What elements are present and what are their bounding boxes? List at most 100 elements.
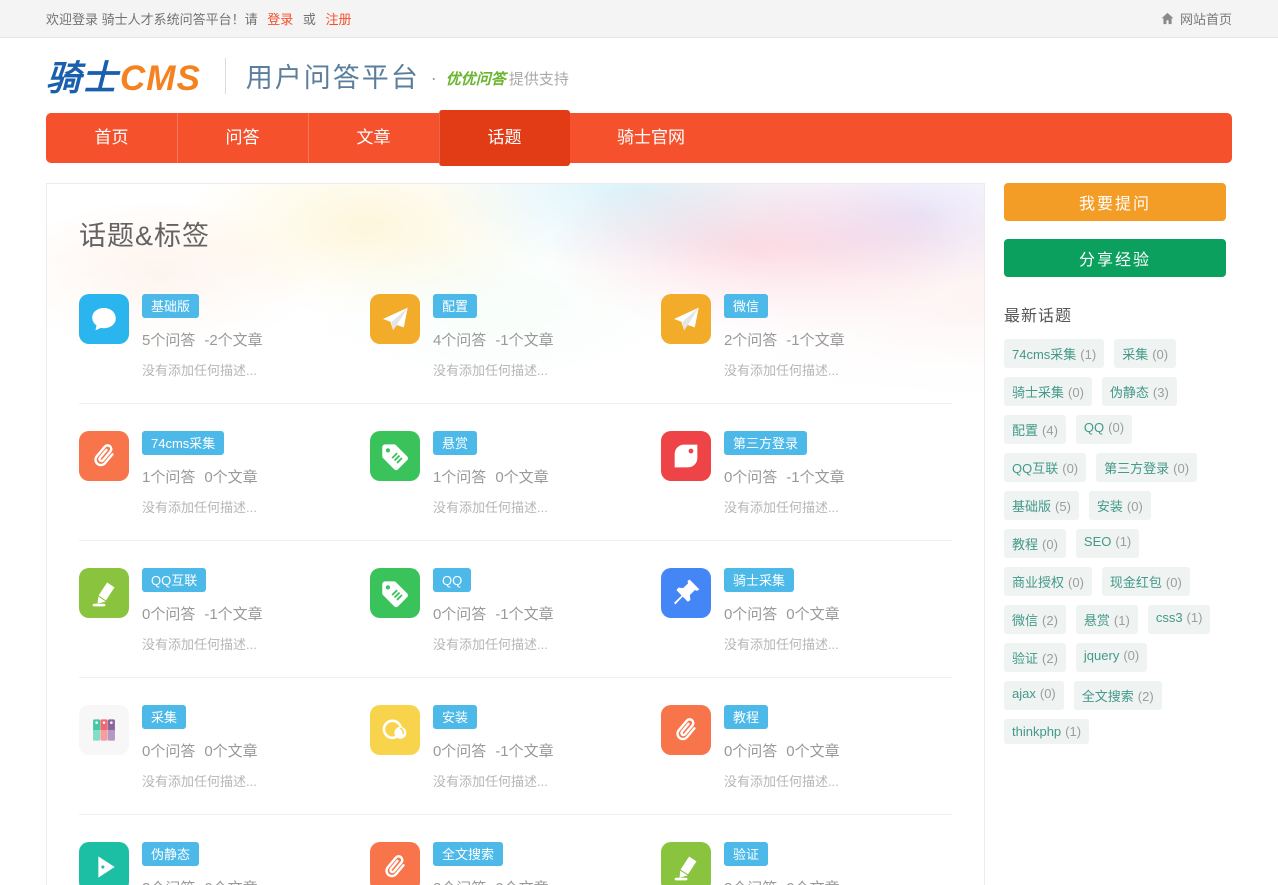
ask-question-button[interactable]: 我要提问 (1004, 183, 1226, 221)
tag-icon[interactable] (370, 568, 420, 618)
nav-item-qa[interactable]: 问答 (177, 113, 308, 163)
color-bars-icon[interactable] (79, 705, 129, 755)
topic-tag-badge[interactable]: 采集 (142, 705, 186, 729)
sidebar-tag-count: (2) (1042, 651, 1058, 666)
nav-item-official-site[interactable]: 骑士官网 (570, 113, 732, 163)
sidebar-tag[interactable]: 全文搜索(2) (1074, 681, 1162, 710)
marker-pen-icon[interactable] (79, 568, 129, 618)
sidebar-tag[interactable]: 基础版(5) (1004, 491, 1079, 520)
topic-card: 基础版5个问答-2个文章没有添加任何描述... (79, 294, 370, 379)
tag-icon[interactable] (370, 431, 420, 481)
topic-qa-count: 0个问答 (433, 743, 486, 760)
topic-card: 伪静态3个问答0个文章没有添加任何描述... (79, 842, 370, 885)
nav-item-articles[interactable]: 文章 (308, 113, 439, 163)
logo-text-en: CMS (120, 59, 201, 98)
topic-tag-badge[interactable]: 骑士采集 (724, 568, 794, 592)
sidebar-tag[interactable]: css3(1) (1148, 605, 1211, 634)
sidebar-tag[interactable]: 验证(2) (1004, 643, 1066, 672)
topic-tag-badge[interactable]: 教程 (724, 705, 768, 729)
sidebar-tag-count: (0) (1042, 537, 1058, 552)
topic-stats: 0个问答-1个文章 (433, 740, 554, 761)
sidebar-tag[interactable]: 商业授权(0) (1004, 567, 1092, 596)
sidebar-tag[interactable]: jquery (0) (1076, 643, 1147, 672)
topic-tag-badge[interactable]: 验证 (724, 842, 768, 866)
topic-tag-badge[interactable]: 74cms采集 (142, 431, 224, 455)
topic-tag-badge[interactable]: 微信 (724, 294, 768, 318)
topic-article-count: -1个文章 (786, 332, 844, 349)
topics-row: 伪静态3个问答0个文章没有添加任何描述...全文搜索2个问答0个文章mysql全… (79, 814, 952, 885)
powered-brand-link[interactable]: 优优问答 (446, 68, 506, 89)
topic-qa-count: 5个问答 (142, 332, 195, 349)
topic-article-count: -2个文章 (204, 332, 262, 349)
home-icon (1160, 11, 1175, 26)
sidebar-tag-count: (0) (1068, 385, 1084, 400)
register-link[interactable]: 注册 (326, 12, 352, 27)
topic-tag-badge[interactable]: 伪静态 (142, 842, 199, 866)
paperclip-icon[interactable] (370, 842, 420, 885)
sidebar-tag[interactable]: 悬赏(1) (1076, 605, 1138, 634)
sidebar-tag[interactable]: thinkphp(1) (1004, 719, 1089, 744)
welcome-area: 欢迎登录 骑士人才系统问答平台！请 登录 或 注册 (46, 9, 358, 28)
circles-icon[interactable] (370, 705, 420, 755)
welcome-text: 欢迎登录 骑士人才系统问答平台！请 (46, 12, 258, 27)
leaf-icon[interactable] (661, 431, 711, 481)
sidebar-tag[interactable]: 安装(0) (1089, 491, 1151, 520)
paperclip-icon[interactable] (79, 431, 129, 481)
topic-tag-badge[interactable]: 全文搜索 (433, 842, 503, 866)
chat-bubble-icon[interactable] (79, 294, 129, 344)
topic-stats: 2个问答-1个文章 (724, 329, 845, 350)
topic-tag-badge[interactable]: 配置 (433, 294, 477, 318)
topic-qa-count: 2个问答 (433, 880, 486, 885)
topic-qa-count: 0个问答 (142, 606, 195, 623)
paperclip-icon[interactable] (661, 705, 711, 755)
paper-plane-icon[interactable] (370, 294, 420, 344)
topic-tag-badge[interactable]: 基础版 (142, 294, 199, 318)
sidebar-tag[interactable]: QQ互联(0) (1004, 453, 1086, 482)
sidebar-tag[interactable]: 配置(4) (1004, 415, 1066, 444)
sidebar-tag-count: (2) (1042, 613, 1058, 628)
sidebar-tag[interactable]: 微信(2) (1004, 605, 1066, 634)
topic-article-count: -1个文章 (204, 606, 262, 623)
panel-title: 话题&标签 (79, 214, 952, 253)
topic-tag-badge[interactable]: QQ (433, 568, 471, 592)
sidebar-tag-count: (1) (1065, 724, 1081, 739)
site-logo[interactable]: 骑士CMS (46, 50, 201, 101)
sidebar-tag-count: (0) (1166, 575, 1182, 590)
sidebar-tag[interactable]: 教程(0) (1004, 529, 1066, 558)
sidebar-tag[interactable]: 采集(0) (1114, 339, 1176, 368)
paper-plane-icon[interactable] (661, 294, 711, 344)
sidebar-tag-count: (1) (1114, 613, 1130, 628)
topics-row: 采集0个问答0个文章没有添加任何描述...安装0个问答-1个文章没有添加任何描述… (79, 677, 952, 814)
sidebar-tag[interactable]: QQ(0) (1076, 415, 1132, 444)
nav-item-topics[interactable]: 话题 (439, 110, 570, 166)
sidebar-tag-count: (0) (1123, 648, 1139, 663)
topic-article-count: 0个文章 (204, 880, 257, 885)
topic-card: QQ互联0个问答-1个文章没有添加任何描述... (79, 568, 370, 653)
pushpin-icon[interactable] (661, 568, 711, 618)
sidebar-tag[interactable]: 74cms采集(1) (1004, 339, 1104, 368)
site-home-link[interactable]: 网站首页 (1160, 9, 1232, 28)
topic-tag-badge[interactable]: 安装 (433, 705, 477, 729)
share-experience-button[interactable]: 分享经验 (1004, 239, 1226, 277)
topic-description: 没有添加任何描述... (433, 360, 554, 379)
main-nav-wrap: 首页问答文章话题骑士官网 (46, 113, 1232, 163)
sidebar-tag-name: jquery (1084, 648, 1119, 663)
nav-item-home[interactable]: 首页 (46, 113, 177, 163)
topic-tag-badge[interactable]: QQ互联 (142, 568, 206, 592)
topic-tag-badge[interactable]: 第三方登录 (724, 431, 807, 455)
topic-tag-badge[interactable]: 悬赏 (433, 431, 477, 455)
sidebar-tag[interactable]: 伪静态(3) (1102, 377, 1177, 406)
sidebar-tag[interactable]: 骑士采集(0) (1004, 377, 1092, 406)
topic-stats: 2个问答0个文章 (433, 877, 571, 885)
sidebar-tag-name: 伪静态 (1110, 385, 1149, 400)
topic-article-count: 0个文章 (204, 743, 257, 760)
sidebar-tag[interactable]: 第三方登录(0) (1096, 453, 1197, 482)
topic-description: 没有添加任何描述... (433, 634, 554, 653)
topic-description: 没有添加任何描述... (142, 497, 258, 516)
sidebar-tag[interactable]: 现金红包(0) (1102, 567, 1190, 596)
login-link[interactable]: 登录 (267, 12, 293, 27)
marker-pen-icon[interactable] (661, 842, 711, 885)
sidebar-tag[interactable]: SEO(1) (1076, 529, 1139, 558)
play-arrow-icon[interactable] (79, 842, 129, 885)
sidebar-tag[interactable]: ajax(0) (1004, 681, 1064, 710)
